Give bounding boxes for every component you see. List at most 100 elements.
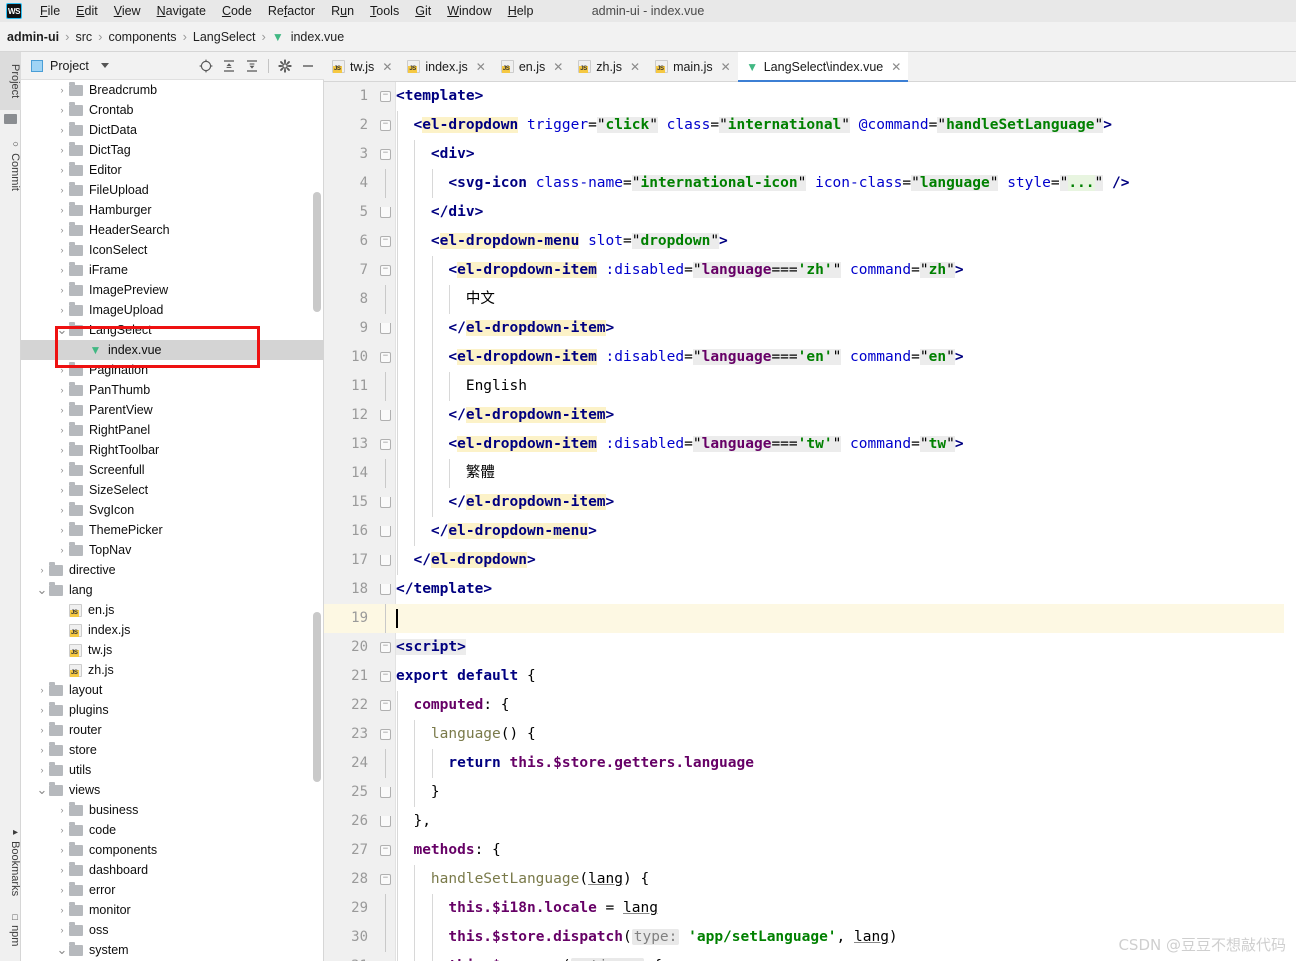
- project-file-tree[interactable]: › Breadcrumb › Crontab › DictData › DictTag › Edi…: [21, 80, 324, 961]
- chevron-down-icon[interactable]: ⌄: [55, 320, 69, 340]
- fold-end-icon[interactable]: [380, 584, 391, 595]
- fold-toggle-icon[interactable]: [380, 352, 391, 363]
- chevron-right-icon[interactable]: ›: [35, 740, 49, 760]
- settings-gear-icon[interactable]: [275, 56, 295, 76]
- tree-row-rightpanel[interactable]: › RightPanel: [21, 420, 324, 440]
- chevron-right-icon[interactable]: ›: [55, 420, 69, 440]
- chevron-right-icon[interactable]: ›: [55, 200, 69, 220]
- tree-row-plugins[interactable]: › plugins: [21, 700, 324, 720]
- code-line[interactable]: 21 export default {: [324, 662, 1296, 691]
- tree-row-router[interactable]: › router: [21, 720, 324, 740]
- editor-tab-zh-js[interactable]: zh.js ✕: [570, 52, 647, 81]
- chevron-right-icon[interactable]: ›: [35, 760, 49, 780]
- code-line[interactable]: 5 </div>: [324, 198, 1296, 227]
- code-editor[interactable]: 1 <template> 2 <el-dropdown trigger="click…: [324, 82, 1296, 961]
- menu-file[interactable]: FFileile: [32, 0, 68, 22]
- close-icon[interactable]: ✕: [379, 60, 392, 74]
- chevron-right-icon[interactable]: ›: [55, 160, 69, 180]
- fold-toggle-icon[interactable]: [380, 120, 391, 131]
- fold-toggle-icon[interactable]: [380, 729, 391, 740]
- chevron-right-icon[interactable]: ›: [55, 120, 69, 140]
- tree-row-svgicon[interactable]: › SvgIcon: [21, 500, 324, 520]
- tree-row-oss[interactable]: › oss: [21, 920, 324, 940]
- editor-scrollbar[interactable]: [1284, 82, 1296, 961]
- chevron-right-icon[interactable]: ›: [55, 240, 69, 260]
- fold-toggle-icon[interactable]: [380, 265, 391, 276]
- tool-button-bookmarks[interactable]: ▸ Bookmarks: [0, 822, 21, 902]
- fold-toggle-icon[interactable]: [380, 874, 391, 885]
- fold-toggle-icon[interactable]: [380, 642, 391, 653]
- menu-help[interactable]: Help: [500, 0, 542, 22]
- close-icon[interactable]: ✕: [473, 60, 486, 74]
- code-line[interactable]: 8 中文: [324, 285, 1296, 314]
- expand-all-icon[interactable]: [219, 56, 239, 76]
- fold-end-icon[interactable]: [380, 816, 391, 827]
- tree-row-code[interactable]: › code: [21, 820, 324, 840]
- menu-edit[interactable]: Edit: [68, 0, 106, 22]
- tree-row-langselect[interactable]: ⌄ LangSelect: [21, 320, 324, 340]
- code-line[interactable]: 2 <el-dropdown trigger="click" class="in…: [324, 111, 1296, 140]
- tree-row-panthumb[interactable]: › PanThumb: [21, 380, 324, 400]
- tree-row-lang[interactable]: ⌄ lang: [21, 580, 324, 600]
- tree-row-directive[interactable]: › directive: [21, 560, 324, 580]
- chevron-right-icon[interactable]: ›: [55, 100, 69, 120]
- chevron-right-icon[interactable]: ›: [55, 480, 69, 500]
- tree-row-imageupload[interactable]: › ImageUpload: [21, 300, 324, 320]
- code-line[interactable]: 3 <div>: [324, 140, 1296, 169]
- tree-row-en-js[interactable]: en.js: [21, 600, 324, 620]
- code-line[interactable]: 13 <el-dropdown-item :disabled="language…: [324, 430, 1296, 459]
- fold-toggle-icon[interactable]: [380, 845, 391, 856]
- chevron-down-icon[interactable]: ⌄: [35, 580, 49, 600]
- tool-button-structure[interactable]: Structure: [0, 955, 21, 961]
- menu-run[interactable]: Run: [323, 0, 362, 22]
- chevron-right-icon[interactable]: ›: [55, 520, 69, 540]
- code-line[interactable]: 19: [324, 604, 1296, 633]
- tree-row-dictdata[interactable]: › DictData: [21, 120, 324, 140]
- code-line[interactable]: 17 </el-dropdown>: [324, 546, 1296, 575]
- tree-row-headersearch[interactable]: › HeaderSearch: [21, 220, 324, 240]
- tool-button-commit[interactable]: ○ Commit: [0, 134, 21, 196]
- chevron-right-icon[interactable]: ›: [55, 280, 69, 300]
- breadcrumb-item-components[interactable]: components: [106, 30, 178, 44]
- tree-row-pagination[interactable]: › Pagination: [21, 360, 324, 380]
- fold-toggle-icon[interactable]: [380, 439, 391, 450]
- code-line[interactable]: 23 language() {: [324, 720, 1296, 749]
- tree-row-themepicker[interactable]: › ThemePicker: [21, 520, 324, 540]
- tree-row-fileupload[interactable]: › FileUpload: [21, 180, 324, 200]
- editor-tab-index-js[interactable]: index.js ✕: [399, 52, 492, 81]
- code-line[interactable]: 27 methods: {: [324, 836, 1296, 865]
- tree-row-iconselect[interactable]: › IconSelect: [21, 240, 324, 260]
- chevron-right-icon[interactable]: ›: [55, 260, 69, 280]
- tree-row-utils[interactable]: › utils: [21, 760, 324, 780]
- fold-end-icon[interactable]: [380, 410, 391, 421]
- chevron-right-icon[interactable]: ›: [35, 700, 49, 720]
- tree-row-index-vue[interactable]: ▼ index.vue: [21, 340, 324, 360]
- tree-row-dashboard[interactable]: › dashboard: [21, 860, 324, 880]
- collapse-all-icon[interactable]: [242, 56, 262, 76]
- tree-row-monitor[interactable]: › monitor: [21, 900, 324, 920]
- chevron-right-icon[interactable]: ›: [55, 220, 69, 240]
- code-line[interactable]: 18 </template>: [324, 575, 1296, 604]
- code-line[interactable]: 29 this.$i18n.locale = lang: [324, 894, 1296, 923]
- code-line[interactable]: 22 computed: {: [324, 691, 1296, 720]
- tree-row-editor[interactable]: › Editor: [21, 160, 324, 180]
- tree-row-sizeselect[interactable]: › SizeSelect: [21, 480, 324, 500]
- tree-row-parentview[interactable]: › ParentView: [21, 400, 324, 420]
- close-icon[interactable]: ✕: [550, 60, 563, 74]
- chevron-right-icon[interactable]: ›: [55, 440, 69, 460]
- fold-end-icon[interactable]: [380, 323, 391, 334]
- close-icon[interactable]: ✕: [627, 60, 640, 74]
- code-line[interactable]: 25 }: [324, 778, 1296, 807]
- code-line[interactable]: 11 English: [324, 372, 1296, 401]
- project-panel-scrollbar-lower[interactable]: [313, 612, 321, 782]
- editor-code-area[interactable]: 1 <template> 2 <el-dropdown trigger="click…: [324, 82, 1296, 961]
- chevron-right-icon[interactable]: ›: [55, 540, 69, 560]
- chevron-right-icon[interactable]: ›: [55, 380, 69, 400]
- chevron-right-icon[interactable]: ›: [55, 500, 69, 520]
- breadcrumb-item-project[interactable]: admin-ui: [5, 30, 61, 44]
- fold-end-icon[interactable]: [380, 555, 391, 566]
- select-opened-file-icon[interactable]: [196, 56, 216, 76]
- chevron-right-icon[interactable]: ›: [55, 300, 69, 320]
- breadcrumb-item-langselect[interactable]: LangSelect: [191, 30, 258, 44]
- code-line[interactable]: 10 <el-dropdown-item :disabled="language…: [324, 343, 1296, 372]
